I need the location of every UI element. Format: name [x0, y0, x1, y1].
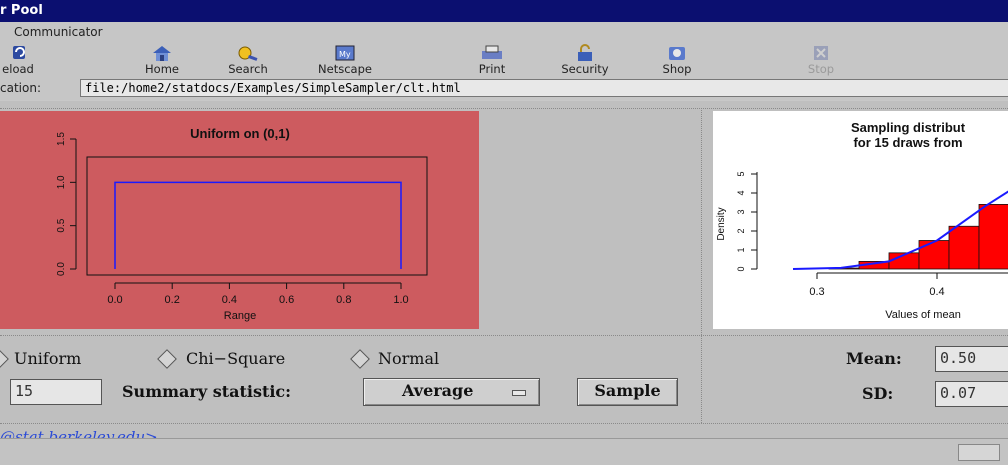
menu-communicator[interactable]: Communicator — [14, 25, 103, 39]
sample-button[interactable]: Sample — [577, 378, 678, 406]
uniform-density-line — [114, 181, 402, 269]
sampling-plot-title-line2: for 15 draws from — [853, 135, 962, 150]
sampling-y-tick-label: 0 — [736, 266, 746, 271]
print-icon — [482, 45, 502, 59]
mean-label: Mean: — [846, 349, 902, 368]
histogram-bar — [948, 225, 980, 270]
shop-icon — [669, 47, 685, 60]
sampling-plot-xlabel: Values of mean — [885, 309, 961, 321]
bottom-divider — [0, 423, 1008, 424]
status-bar — [0, 438, 1008, 465]
search-label: Search — [228, 62, 268, 76]
navigation-toolbar: eload Home Search My Netscape Print Secu… — [0, 42, 1008, 78]
reload-icon — [13, 46, 25, 59]
search-button[interactable]: Search — [208, 42, 288, 78]
print-label: Print — [478, 62, 506, 76]
sd-value-field[interactable]: 0.07 — [935, 381, 1008, 407]
search-icon — [238, 46, 258, 61]
sampling-x-tick-label: 0.4 — [929, 286, 944, 298]
shop-button[interactable]: Shop — [637, 42, 717, 78]
radio-uniform[interactable] — [0, 349, 9, 369]
radio-chi-square-label: Chi−Square — [186, 349, 286, 368]
status-progress-indicator — [958, 444, 1000, 461]
uniform-x-tick-label: 1.0 — [393, 294, 408, 306]
security-button[interactable]: Security — [545, 42, 625, 78]
dropdown-indicator-icon — [512, 390, 526, 396]
sample-size-field[interactable]: 15 — [10, 379, 102, 405]
summary-statistic-select[interactable]: Average — [363, 378, 540, 406]
security-lock-icon — [578, 44, 592, 61]
uniform-x-tick-label: 0.4 — [222, 294, 237, 306]
home-icon — [153, 46, 171, 61]
uniform-x-tick-label: 0.8 — [336, 294, 351, 306]
sampling-x-tick-label: 0.3 — [809, 286, 824, 298]
radio-chi-square[interactable] — [157, 349, 177, 369]
uniform-x-tick-label: 0.6 — [279, 294, 294, 306]
sampling-plot-ylabel: Density — [716, 207, 727, 240]
window-title: r Pool — [0, 3, 43, 18]
location-bar: cation: file:/home2/statdocs/Examples/Si… — [0, 78, 1008, 100]
uniform-plot-panel: Uniform on (0,1) 0.0 0.2 0.4 0.6 0.8 1.0 0.0 0… — [0, 111, 479, 329]
uniform-plot: Uniform on (0,1) 0.0 0.2 0.4 0.6 0.8 1.0 0.0 0… — [56, 126, 428, 322]
histogram-bar — [918, 240, 950, 270]
home-button[interactable]: Home — [122, 42, 202, 78]
uniform-x-tick-label: 0.2 — [165, 294, 180, 306]
radio-normal-label: Normal — [378, 349, 440, 368]
sampling-y-tick-label: 4 — [736, 190, 746, 195]
sampling-y-tick-label: 5 — [736, 171, 746, 176]
uniform-y-tick-label: 0.0 — [56, 262, 67, 276]
window-title-bar: r Pool — [0, 0, 1008, 22]
sampling-distribution-plot: Sampling distribut for 15 draws from 0.3… — [716, 120, 1008, 321]
uniform-y-tick-label: 1.5 — [56, 132, 67, 146]
print-button[interactable]: Print — [452, 42, 532, 78]
svg-text:My: My — [339, 50, 351, 59]
sampling-y-tick-label: 3 — [736, 209, 746, 214]
home-label: Home — [145, 62, 179, 76]
summary-statistic-value: Average — [402, 381, 474, 400]
stop-button[interactable]: Stop — [781, 42, 861, 78]
location-url-field[interactable]: file:/home2/statdocs/Examples/SimpleSamp… — [80, 79, 1008, 97]
security-label: Security — [561, 62, 609, 76]
summary-statistic-label: Summary statistic: — [122, 382, 292, 401]
histogram-bar — [978, 204, 1008, 270]
location-label: cation: — [0, 81, 41, 95]
reload-label: eload — [2, 62, 34, 76]
stop-label: Stop — [807, 62, 835, 76]
netscape-button[interactable]: My Netscape — [305, 42, 385, 78]
uniform-x-tick-label: 0.0 — [107, 294, 122, 306]
shop-label: Shop — [662, 62, 692, 76]
sd-label: SD: — [862, 384, 894, 403]
top-divider — [0, 108, 1008, 109]
menu-bar: Communicator — [0, 22, 1008, 43]
sampling-y-tick-label: 1 — [736, 247, 746, 252]
reload-button[interactable]: eload — [0, 42, 58, 78]
stop-icon — [814, 46, 828, 60]
netscape-icon: My — [335, 45, 355, 61]
uniform-plot-frame — [86, 156, 428, 276]
sampling-plot-title-line1: Sampling distribut — [851, 120, 966, 135]
mean-value-field[interactable]: 0.50 — [935, 346, 1008, 372]
middle-divider — [0, 335, 1008, 336]
uniform-y-tick-label: 1.0 — [56, 175, 67, 189]
sampling-y-tick-label: 2 — [736, 228, 746, 233]
page-content: Uniform on (0,1) 0.0 0.2 0.4 0.6 0.8 1.0 0.0 0… — [0, 101, 1008, 438]
netscape-label: Netscape — [318, 62, 372, 76]
radio-uniform-label: Uniform — [14, 349, 82, 368]
radio-normal[interactable] — [350, 349, 370, 369]
uniform-y-tick-label: 0.5 — [56, 218, 67, 232]
uniform-plot-xlabel: Range — [224, 310, 256, 322]
sampling-distribution-panel: Sampling distribut for 15 draws from 0.3… — [713, 111, 1008, 329]
uniform-plot-title: Uniform on (0,1) — [190, 126, 290, 141]
vertical-divider — [701, 108, 702, 423]
